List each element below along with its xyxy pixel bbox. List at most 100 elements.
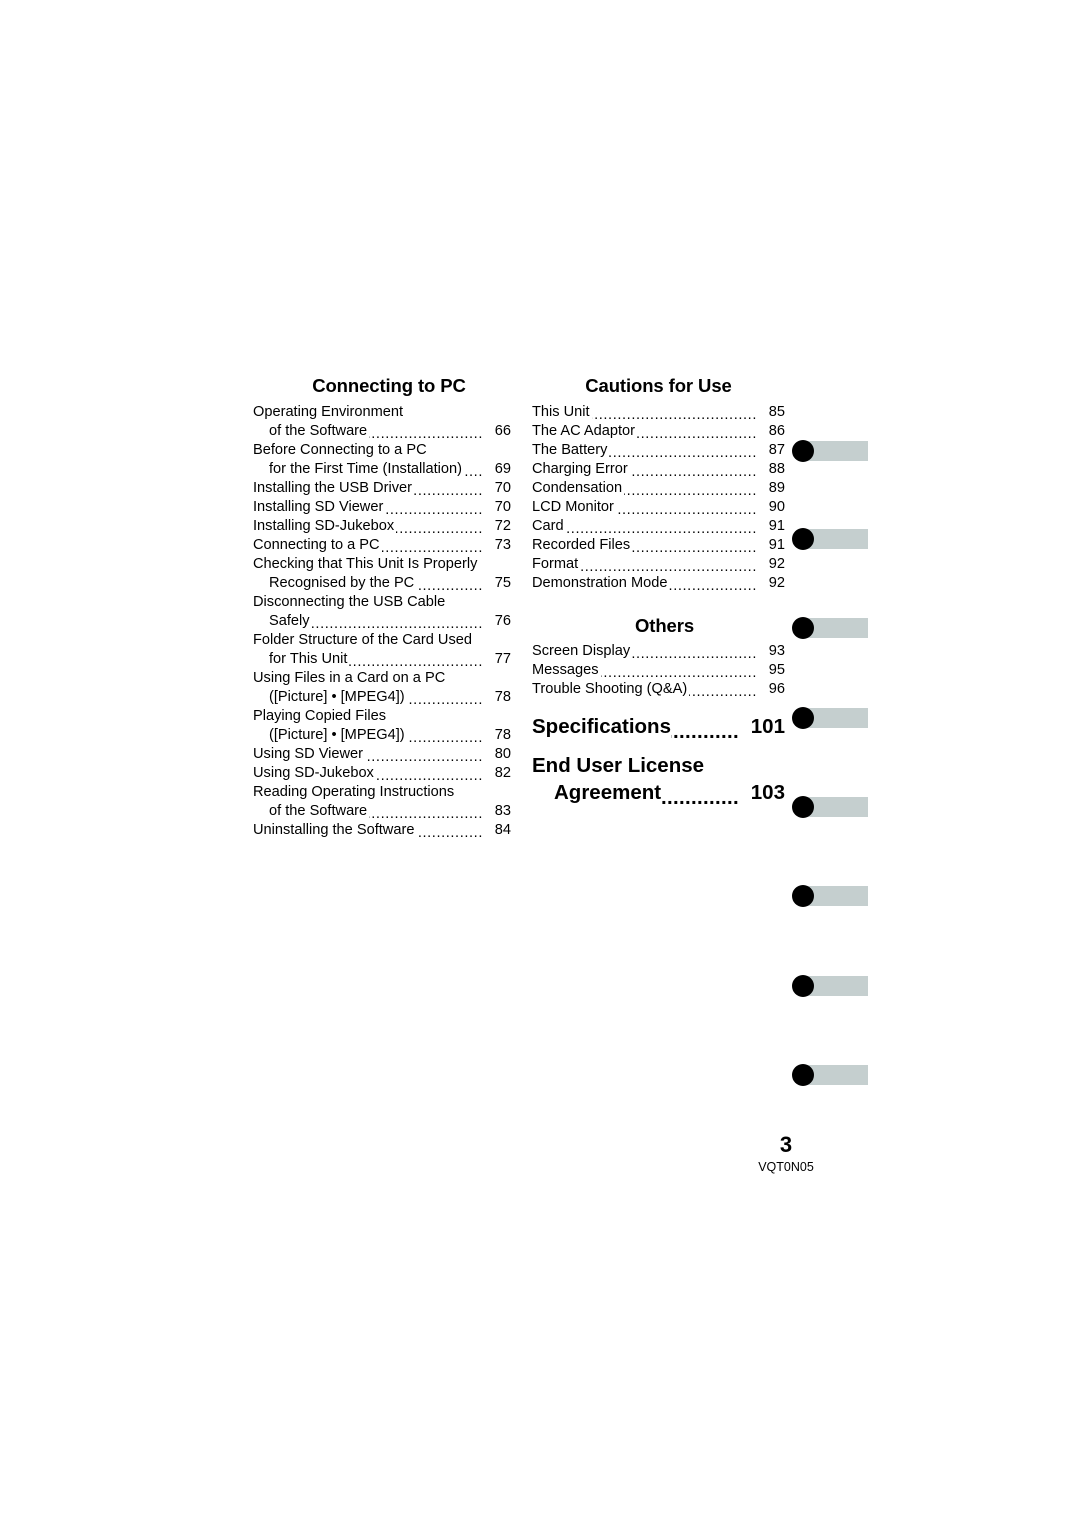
toc-entry[interactable]: Condensation 89 bbox=[532, 479, 785, 498]
toc-entry-page-number: 86 bbox=[768, 423, 785, 439]
toc-entry-label: Reading Operating Instructions bbox=[253, 784, 455, 800]
toc-entry[interactable]: The Battery 87 bbox=[532, 441, 785, 460]
toc-entry-label: The Battery bbox=[532, 442, 608, 458]
toc-major-entry[interactable]: End User License bbox=[532, 752, 785, 779]
toc-entry-label: Installing SD-Jukebox bbox=[253, 518, 395, 534]
toc-column-cautions-others: Cautions for Use This Unit 85 The AC Adapt… bbox=[532, 374, 785, 806]
thumb-index-tab bbox=[792, 1064, 868, 1086]
toc-entry-page-number: 84 bbox=[494, 822, 511, 838]
toc-entry[interactable]: Using Files in a Card on a PC bbox=[253, 669, 511, 688]
toc-entry[interactable]: ([Picture] • [MPEG4]) 78 bbox=[253, 688, 511, 707]
dot-leader bbox=[637, 426, 757, 441]
toc-entry[interactable]: Installing SD Viewer 70 bbox=[253, 498, 511, 517]
toc-entry-page-number: 92 bbox=[768, 575, 785, 591]
toc-entry-label: ([Picture] • [MPEG4]) bbox=[269, 727, 405, 743]
toc-entry-label: Operating Environment bbox=[253, 404, 404, 420]
dot-leader bbox=[369, 426, 483, 441]
toc-entry[interactable]: Reading Operating Instructions bbox=[253, 783, 511, 802]
toc-entry[interactable]: Uninstalling the Software 84 bbox=[253, 821, 511, 840]
toc-entry-list-major: Specifications101End User LicenseAgreeme… bbox=[532, 713, 785, 806]
toc-entry[interactable]: Demonstration Mode 92 bbox=[532, 574, 785, 593]
toc-entry-label: Installing the USB Driver bbox=[253, 480, 412, 496]
toc-entry[interactable]: Before Connecting to a PC bbox=[253, 441, 511, 460]
toc-entry[interactable]: for This Unit 77 bbox=[253, 650, 511, 669]
toc-entry-page-number: 76 bbox=[494, 613, 511, 629]
thumb-index-tab bbox=[792, 885, 868, 907]
toc-page: Connecting to PC Operating Environment of… bbox=[0, 0, 1080, 1526]
toc-entry[interactable]: ([Picture] • [MPEG4]) 78 bbox=[253, 726, 511, 745]
toc-entry-page-number: 92 bbox=[768, 556, 785, 572]
toc-entry[interactable]: for the First Time (Installation) 69 bbox=[253, 460, 511, 479]
toc-entry[interactable]: of the Software 83 bbox=[253, 802, 511, 821]
toc-entry-label: ([Picture] • [MPEG4]) bbox=[269, 689, 405, 705]
thumb-index-tab bbox=[792, 796, 868, 818]
toc-entry[interactable]: Charging Error 88 bbox=[532, 460, 785, 479]
toc-entry[interactable]: Installing the USB Driver 70 bbox=[253, 479, 511, 498]
toc-entry-list-others: Screen Display 93 Messages 95 Trouble Shooti… bbox=[532, 642, 785, 699]
toc-entry-label: for the First Time (Installation) bbox=[269, 461, 463, 477]
toc-entry[interactable]: LCD Monitor 90 bbox=[532, 498, 785, 517]
toc-entry[interactable]: This Unit 85 bbox=[532, 403, 785, 422]
toc-entry-label: Recorded Files bbox=[532, 537, 631, 553]
toc-entry[interactable]: Folder Structure of the Card Used bbox=[253, 631, 511, 650]
toc-major-entry[interactable]: Specifications 101 bbox=[532, 713, 785, 740]
toc-major-entry[interactable]: Agreement 103 bbox=[532, 779, 785, 806]
toc-entry[interactable]: Playing Copied Files bbox=[253, 707, 511, 726]
toc-major-entry-label: Specifications bbox=[532, 715, 671, 738]
toc-entry[interactable]: of the Software 66 bbox=[253, 422, 511, 441]
toc-entry[interactable]: Screen Display 93 bbox=[532, 642, 785, 661]
toc-entry[interactable]: Messages 95 bbox=[532, 661, 785, 680]
toc-entry-page-number: 93 bbox=[768, 643, 785, 659]
toc-entry-page-number: 77 bbox=[494, 651, 511, 667]
toc-entry-label: This Unit bbox=[532, 404, 590, 420]
toc-entry-page-number: 75 bbox=[494, 575, 511, 591]
toc-entry[interactable]: Installing SD-Jukebox 72 bbox=[253, 517, 511, 536]
thumb-index-dot-icon bbox=[792, 528, 814, 550]
dot-leader bbox=[414, 483, 483, 498]
toc-entry[interactable]: Format 92 bbox=[532, 555, 785, 574]
toc-entry-page-number: 78 bbox=[494, 689, 511, 705]
toc-entry-page-number: 70 bbox=[494, 499, 511, 515]
toc-entry[interactable]: Card 91 bbox=[532, 517, 785, 536]
dot-leader bbox=[669, 578, 757, 593]
toc-major-entry-page-number: 103 bbox=[750, 781, 785, 804]
toc-entry[interactable]: Using SD-Jukebox 82 bbox=[253, 764, 511, 783]
toc-entry-page-number: 85 bbox=[768, 404, 785, 420]
page-number: 3 bbox=[779, 1132, 793, 1157]
toc-entry-label: The AC Adaptor bbox=[532, 423, 636, 439]
toc-entry-label: of the Software bbox=[269, 803, 368, 819]
toc-entry-label: Trouble Shooting (Q&A) bbox=[532, 681, 688, 697]
toc-entry[interactable]: Trouble Shooting (Q&A) 96 bbox=[532, 680, 785, 699]
toc-entry-page-number: 78 bbox=[494, 727, 511, 743]
thumb-index-dot-icon bbox=[792, 885, 814, 907]
dot-leader bbox=[616, 502, 757, 517]
dot-leader bbox=[407, 730, 483, 745]
toc-entry[interactable]: The AC Adaptor 86 bbox=[532, 422, 785, 441]
toc-entry-page-number: 91 bbox=[768, 518, 785, 534]
toc-entry[interactable]: Disconnecting the USB Cable bbox=[253, 593, 511, 612]
toc-major-entry-label: End User License bbox=[532, 754, 705, 777]
toc-major-entry-label: Agreement bbox=[554, 781, 662, 804]
section-heading-connecting-to-pc: Connecting to PC bbox=[312, 375, 466, 396]
toc-entry-page-number: 80 bbox=[494, 746, 511, 762]
toc-entry[interactable]: Safely 76 bbox=[253, 612, 511, 631]
toc-entry[interactable]: Recorded Files 91 bbox=[532, 536, 785, 555]
dot-leader bbox=[630, 464, 757, 479]
dot-leader bbox=[382, 540, 483, 555]
toc-entry[interactable]: Recognised by the PC 75 bbox=[253, 574, 511, 593]
toc-entry-label: Using SD Viewer bbox=[253, 746, 364, 762]
toc-entry-label: Connecting to a PC bbox=[253, 537, 380, 553]
toc-entry-page-number: 70 bbox=[494, 480, 511, 496]
dot-leader bbox=[580, 559, 757, 574]
toc-entry[interactable]: Connecting to a PC 73 bbox=[253, 536, 511, 555]
toc-entry[interactable]: Using SD Viewer 80 bbox=[253, 745, 511, 764]
toc-entry[interactable]: Checking that This Unit Is Properly bbox=[253, 555, 511, 574]
toc-entry-page-number: 72 bbox=[494, 518, 511, 534]
toc-entry-label: for This Unit bbox=[269, 651, 348, 667]
toc-entry-page-number: 73 bbox=[494, 537, 511, 553]
toc-entry[interactable]: Operating Environment bbox=[253, 403, 511, 422]
dot-leader bbox=[369, 806, 483, 821]
toc-entry-label: Condensation bbox=[532, 480, 623, 496]
toc-entry-page-number: 96 bbox=[768, 681, 785, 697]
toc-entry-label: Charging Error bbox=[532, 461, 628, 477]
